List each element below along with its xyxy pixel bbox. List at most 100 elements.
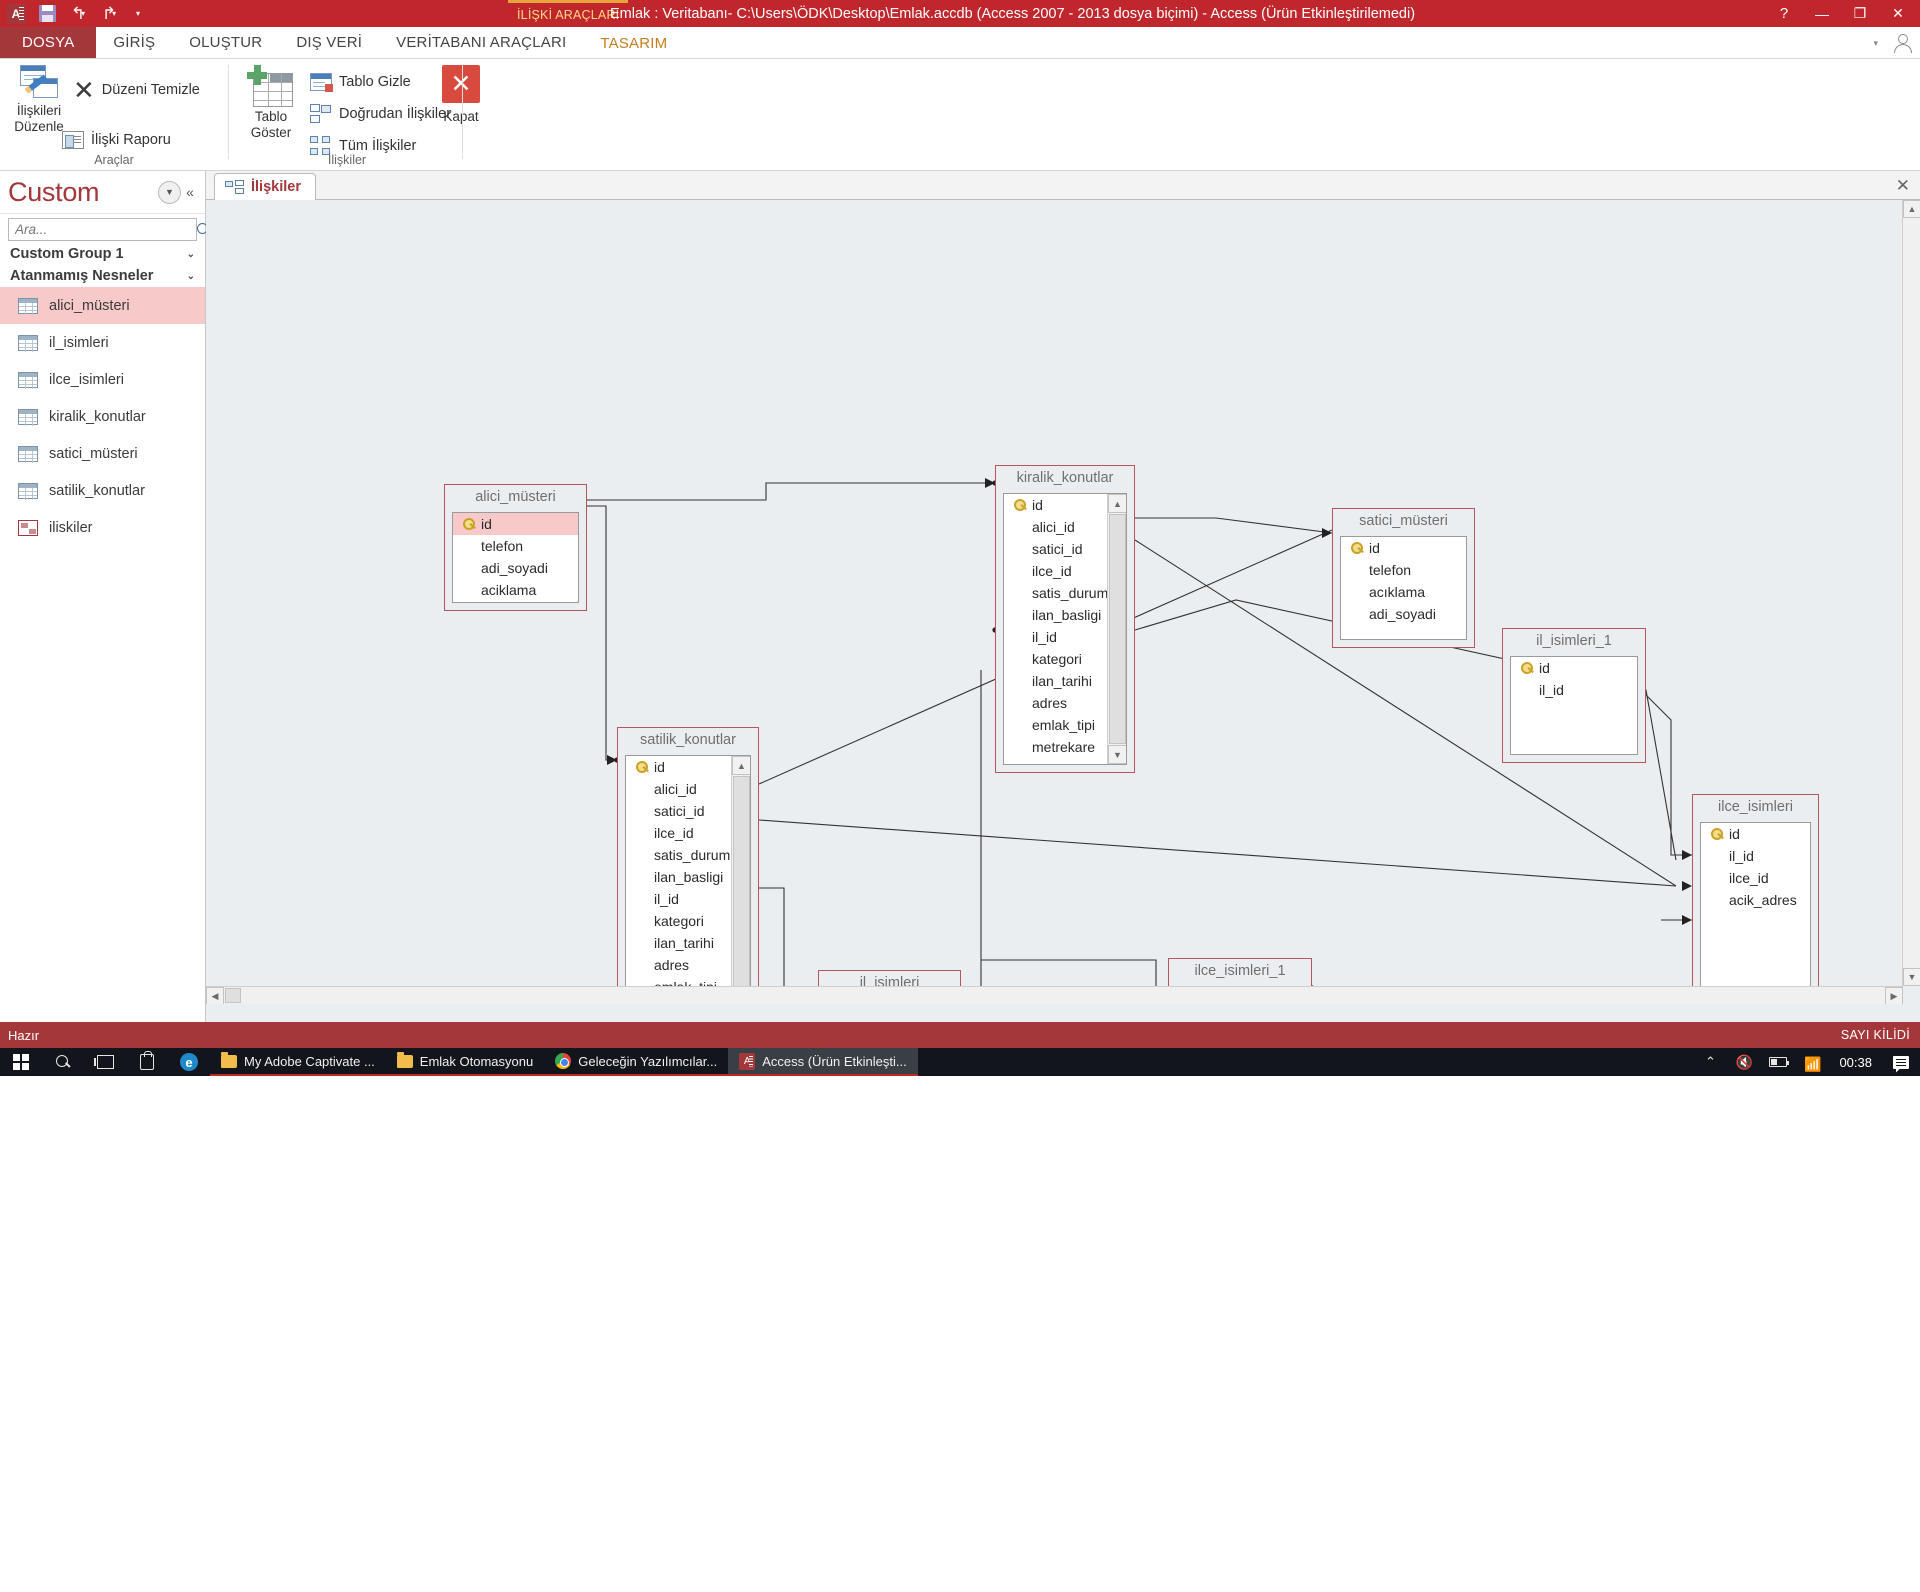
- navigation-pane: Custom ▼ « Custom Group 1 ⌄ Atanmamış Ne…: [0, 171, 206, 1022]
- chevron-up-icon[interactable]: ⌄: [187, 271, 195, 282]
- document-tab-strip: İlişkiler ✕: [206, 171, 1920, 200]
- nav-group-atanmamis-nesneler[interactable]: Atanmamış Nesneler ⌄: [0, 265, 205, 287]
- table-field-row[interactable]: adi_soyadi: [453, 557, 578, 579]
- canvas-horizontal-scrollbar[interactable]: ◀ ▶: [206, 986, 1903, 1004]
- action-center-icon[interactable]: [1882, 1048, 1920, 1076]
- taskbar-item-adobe-captivate[interactable]: My Adobe Captivate ...: [210, 1048, 386, 1076]
- task-view-icon[interactable]: [84, 1048, 126, 1076]
- tab-giris[interactable]: GİRİŞ: [96, 27, 172, 58]
- table-field-row[interactable]: il_id: [1511, 679, 1637, 701]
- scroll-thumb[interactable]: [733, 776, 750, 1004]
- sidebar-item-satici-musteri[interactable]: satici_müsteri: [0, 435, 205, 472]
- relationship-report-button[interactable]: İlişki Raporu: [62, 127, 171, 153]
- close-button[interactable]: ✕: [1880, 0, 1916, 27]
- ribbon-right-controls: ▾: [1873, 27, 1912, 59]
- show-table-button[interactable]: Tablo Göster: [232, 65, 310, 141]
- clock[interactable]: 00:38: [1829, 1055, 1882, 1070]
- restore-button[interactable]: ❐: [1842, 0, 1878, 27]
- wifi-icon[interactable]: 📶: [1795, 1048, 1829, 1076]
- scroll-up-icon[interactable]: ▲: [1903, 200, 1920, 218]
- table-box-il-isimleri-1[interactable]: il_isimleri_1 id il_id: [1502, 628, 1646, 763]
- table-field-list: id telefon acıklama adi_soyadi: [1340, 536, 1467, 640]
- table-field-row[interactable]: aciklama: [453, 579, 578, 601]
- ribbon-display-options-icon[interactable]: ▾: [1873, 38, 1878, 49]
- tab-dis-veri[interactable]: DIŞ VERİ: [279, 27, 379, 58]
- taskbar-item-access[interactable]: A Access (Ürün Etkinleşti...: [728, 1048, 918, 1076]
- search-input[interactable]: [13, 221, 196, 238]
- sidebar-item-iliskiler[interactable]: iliskiler: [0, 509, 205, 546]
- table-field-row[interactable]: telefon: [1341, 559, 1466, 581]
- sidebar-item-alici-musteri[interactable]: alici_müsteri: [0, 287, 205, 324]
- taskbar-item-emlak-otomasyonu[interactable]: Emlak Otomasyonu: [386, 1048, 544, 1076]
- sidebar-item-ilce-isimleri[interactable]: ilce_isimleri: [0, 361, 205, 398]
- volume-muted-icon[interactable]: 🔇: [1727, 1048, 1761, 1076]
- scroll-left-icon[interactable]: ◀: [206, 987, 224, 1004]
- tab-olustur[interactable]: OLUŞTUR: [172, 27, 279, 58]
- table-field-row[interactable]: telefon: [453, 535, 578, 557]
- table-box-alici-musteri[interactable]: alici_müsteri id telefon adi_soyadi acik…: [444, 484, 587, 611]
- redo-icon[interactable]: ↱▾: [98, 3, 120, 25]
- scroll-thumb[interactable]: [1109, 514, 1126, 744]
- help-button[interactable]: ?: [1766, 0, 1802, 27]
- navigation-search-box[interactable]: [8, 218, 197, 241]
- scroll-down-icon[interactable]: ▼: [1108, 745, 1127, 764]
- account-icon[interactable]: [1892, 33, 1912, 53]
- field-name: satis_durum: [1032, 585, 1108, 601]
- taskbar-item-chrome[interactable]: Geleceğin Yazılımcılar...: [544, 1048, 728, 1076]
- sidebar-item-satilik-konutlar[interactable]: satilik_konutlar: [0, 472, 205, 509]
- table-field-row[interactable]: il_id: [1701, 845, 1810, 867]
- table-field-row[interactable]: id: [1701, 823, 1810, 845]
- chevron-down-circle-icon[interactable]: ▼: [158, 181, 181, 204]
- battery-icon[interactable]: [1761, 1048, 1795, 1076]
- sidebar-item-il-isimleri[interactable]: il_isimleri: [0, 324, 205, 361]
- customize-qat-icon[interactable]: ▾: [129, 3, 151, 25]
- scroll-right-icon[interactable]: ▶: [1885, 987, 1903, 1004]
- table-box-ilce-isimleri[interactable]: ilce_isimleri id il_id ilce_id acik_adre…: [1692, 794, 1819, 1004]
- table-box-satilik-konutlar[interactable]: satilik_konutlar id alici_id satici_id i…: [617, 727, 759, 1004]
- table-field-row[interactable]: ilce_id: [1701, 867, 1810, 889]
- save-icon[interactable]: [36, 3, 58, 25]
- all-relationships-label: Tüm İlişkiler: [339, 138, 416, 154]
- table-field-row[interactable]: id: [453, 513, 578, 535]
- table-field-row[interactable]: acik_adres: [1701, 889, 1810, 911]
- minimize-button[interactable]: —: [1804, 0, 1840, 27]
- table-box-scrollbar[interactable]: ▲ ▼: [731, 756, 750, 1004]
- scroll-up-icon[interactable]: ▲: [732, 756, 751, 775]
- table-field-row[interactable]: id: [1341, 537, 1466, 559]
- tab-iliskiler[interactable]: İlişkiler: [214, 173, 316, 200]
- table-box-kiralik-konutlar[interactable]: kiralik_konutlar id alici_id satici_id i…: [995, 465, 1135, 773]
- table-box-satici-musteri[interactable]: satici_müsteri id telefon acıklama adi_s…: [1332, 508, 1475, 648]
- close-document-icon[interactable]: ✕: [1896, 176, 1910, 196]
- show-hidden-icons-icon[interactable]: ⌃: [1693, 1048, 1727, 1076]
- table-field-row[interactable]: acıklama: [1341, 581, 1466, 603]
- table-field-row[interactable]: id: [1511, 657, 1637, 679]
- chevron-up-icon[interactable]: ⌄: [187, 249, 195, 260]
- scroll-down-icon[interactable]: ▼: [1903, 968, 1920, 986]
- field-name: id: [1369, 540, 1380, 556]
- table-field-row[interactable]: adi_soyadi: [1341, 603, 1466, 625]
- tab-veritabani-araclari[interactable]: VERİTABANI ARAÇLARI: [379, 27, 583, 58]
- relationship-report-icon: [62, 131, 84, 149]
- field-name: il_id: [654, 891, 679, 907]
- close-relationships-button[interactable]: ✕ Kapat: [422, 65, 500, 125]
- double-chevron-left-icon[interactable]: «: [181, 184, 199, 200]
- start-button-icon[interactable]: [0, 1048, 42, 1076]
- edit-relationships-label-2: Düzenle: [14, 119, 64, 135]
- sidebar-item-kiralik-konutlar[interactable]: kiralik_konutlar: [0, 398, 205, 435]
- relationships-canvas[interactable]: alici_müsteri id telefon adi_soyadi acik…: [206, 200, 1903, 1004]
- table-box-scrollbar[interactable]: ▲ ▼: [1107, 494, 1126, 764]
- edit-relationships-button[interactable]: İlişkileri Düzenle: [0, 65, 78, 135]
- field-name: alici_id: [1032, 519, 1075, 535]
- store-icon[interactable]: [126, 1048, 168, 1076]
- search-icon[interactable]: [42, 1048, 84, 1076]
- scroll-up-icon[interactable]: ▲: [1108, 494, 1127, 513]
- tab-tasarim[interactable]: TASARIM: [583, 27, 684, 58]
- edge-icon[interactable]: e: [168, 1048, 210, 1076]
- canvas-vertical-scrollbar[interactable]: ▲ ▼: [1902, 200, 1920, 986]
- hide-table-button[interactable]: Tablo Gizle: [310, 69, 411, 95]
- tab-dosya[interactable]: DOSYA: [0, 27, 96, 58]
- nav-group-custom-group-1[interactable]: Custom Group 1 ⌄: [0, 243, 205, 265]
- undo-icon[interactable]: ↰▾: [67, 3, 89, 25]
- clear-layout-button[interactable]: ✕ Düzeni Temizle: [73, 77, 200, 103]
- scroll-thumb-horizontal[interactable]: [225, 988, 241, 1003]
